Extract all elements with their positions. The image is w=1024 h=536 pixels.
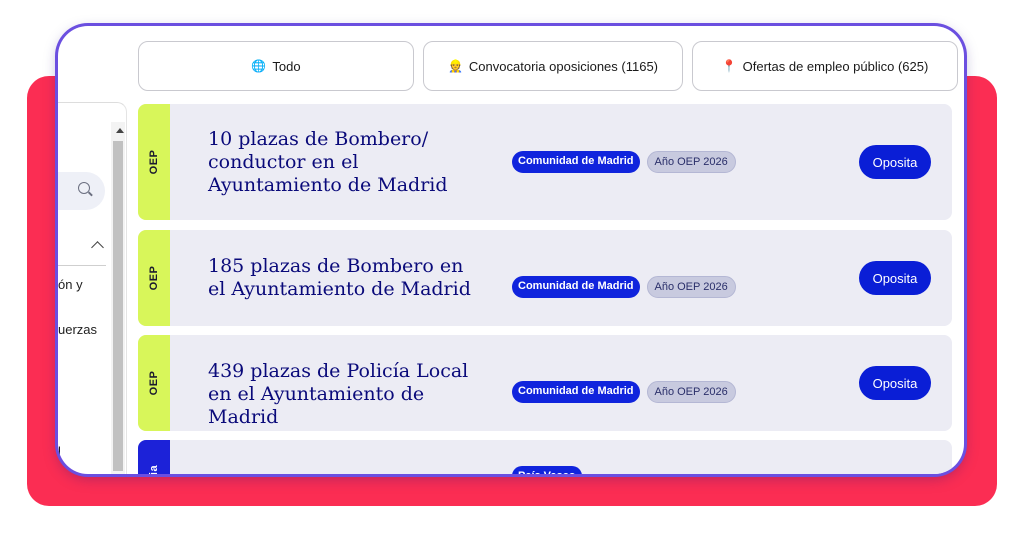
type-label: OEP [148,149,160,175]
card-tags: Comunidad de Madrid Año OEP 2026 [512,151,736,173]
sidebar-search-input[interactable] [58,172,105,210]
type-stripe: OEP [138,104,170,220]
region-badge: Comunidad de Madrid [512,276,640,298]
scroll-up-arrow[interactable] [116,128,124,133]
sidebar-divider [58,265,106,266]
oposita-button[interactable]: Oposita [859,366,931,400]
card-tags: País Vasco [512,466,582,474]
person-icon: 👷 [447,59,463,73]
globe-icon: 🌐 [251,59,267,73]
card-title[interactable]: 185 plazas de Bombero en el Ayuntamiento… [208,255,478,301]
sidebar-filter-label[interactable]: l [58,444,61,459]
card-tags: Comunidad de Madrid Año OEP 2026 [512,381,736,403]
year-badge: Año OEP 2026 [646,276,736,298]
region-badge: País Vasco [512,466,582,474]
region-badge: Comunidad de Madrid [512,381,640,403]
card-title[interactable]: 10 plazas de Bombero/ conductor en el Ay… [208,128,478,197]
type-stripe: ia [138,440,170,474]
sidebar-filter-label[interactable]: uerzas [58,322,97,337]
scrollbar-thumb[interactable] [113,141,123,471]
oposita-button[interactable]: Oposita [859,261,931,295]
tab-label: Todo [272,58,301,74]
oposicion-card[interactable]: OEP 10 plazas de Bombero/ conductor en e… [138,104,952,220]
tab-label: Convocatoria oposiciones (1165) [468,58,659,74]
type-stripe: OEP [138,335,170,431]
oposicion-card[interactable]: OEP 185 plazas de Bombero en el Ayuntami… [138,230,952,326]
type-label: OEP [148,265,160,291]
sidebar-filter-label[interactable]: ón y [58,277,83,292]
oposita-button[interactable]: Oposita [859,145,931,179]
year-badge: Año OEP 2026 [646,381,736,403]
oposicion-card[interactable]: ia País Vasco [138,440,952,474]
type-stripe: OEP [138,230,170,326]
tab-convocatoria-oposiciones[interactable]: 👷 Convocatoria oposiciones (1165) [423,41,683,91]
browser-frame: ón y uerzas l 🌐 Todo 👷 Convocatoria opos… [58,26,964,474]
tab-label: Ofertas de empleo público (625) [742,58,929,74]
region-badge: Comunidad de Madrid [512,151,640,173]
card-tags: Comunidad de Madrid Año OEP 2026 [512,276,736,298]
tab-todo[interactable]: 🌐 Todo [138,41,414,91]
tab-ofertas-empleo[interactable]: 📍 Ofertas de empleo público (625) [692,41,958,91]
search-icon[interactable] [78,182,90,194]
card-title[interactable]: 439 plazas de Policía Local en el Ayunta… [208,360,478,429]
year-badge: Año OEP 2026 [646,151,736,173]
oposicion-card[interactable]: OEP 439 plazas de Policía Local en el Ay… [138,335,952,431]
type-label: ia [148,464,160,474]
type-label: OEP [148,370,160,396]
pin-icon: 📍 [721,59,737,73]
